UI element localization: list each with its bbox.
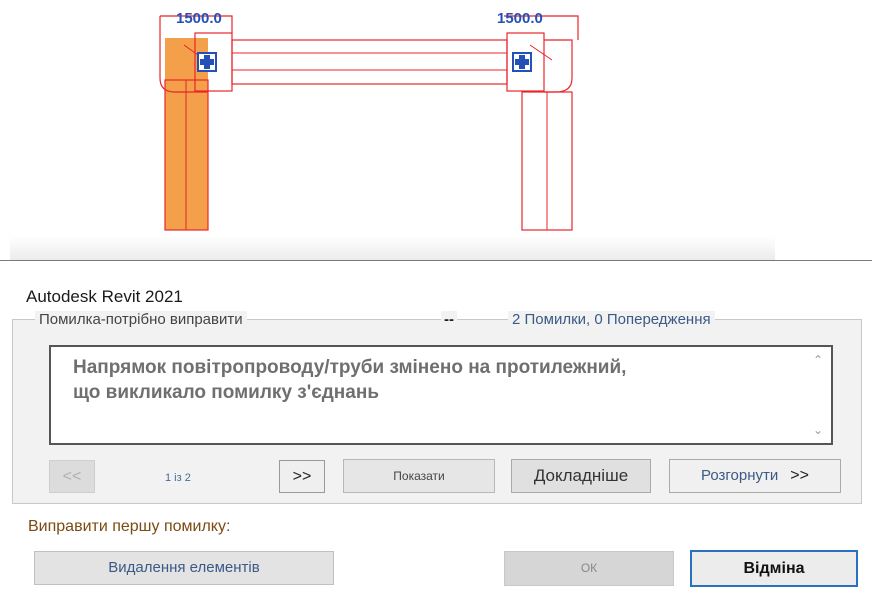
canvas-divider [0, 260, 872, 261]
drawing-canvas[interactable]: 1500.0 1500.0 [0, 0, 872, 262]
group-separator: -- [441, 311, 457, 328]
error-message-line: Напрямок повітропроводу/труби змінено на… [73, 357, 627, 378]
previous-error-button[interactable]: << [49, 460, 95, 493]
show-button[interactable]: Показати [343, 459, 495, 493]
chevron-up-icon[interactable]: ⌃ [813, 353, 823, 367]
duct-drawing: 1500.0 1500.0 [159, 10, 579, 231]
dimension-label-right[interactable]: 1500.0 [497, 10, 543, 27]
error-dialog: Autodesk Revit 2021 Помилка-потрібно вип… [0, 262, 872, 598]
cancel-button[interactable]: Відміна [690, 550, 858, 587]
right-elbow[interactable] [544, 39, 573, 93]
delete-elements-button[interactable]: Видалення елементів [34, 551, 334, 585]
expand-chevron-icon: >> [790, 467, 809, 484]
dimension-label-left[interactable]: 1500.0 [176, 10, 222, 27]
connector-icon[interactable] [197, 52, 217, 72]
error-message: Напрямок повітропроводу/труби змінено на… [73, 355, 793, 405]
error-message-line: що викликало помилку з'єднань [73, 382, 380, 403]
ok-button[interactable]: ОК [504, 551, 674, 586]
horizontal-duct[interactable] [231, 39, 508, 85]
connector-icon[interactable] [512, 52, 532, 72]
more-info-button[interactable]: Докладніше [511, 459, 651, 493]
message-box[interactable]: Напрямок повітропроводу/труби змінено на… [49, 345, 833, 445]
chevron-down-icon[interactable]: ⌄ [813, 423, 823, 437]
error-group: Помилка-потрібно виправити -- 2 Помилки,… [12, 311, 862, 504]
fix-first-error-label: Виправити першу помилку: [28, 518, 231, 535]
expand-button[interactable]: Розгорнути >> [669, 459, 841, 493]
next-error-button[interactable]: >> [279, 460, 325, 493]
group-label: Помилка-потрібно виправити [35, 311, 247, 328]
error-counter: 1 із 2 [165, 472, 191, 484]
canvas-bottom-edge [10, 236, 775, 260]
expand-label: Розгорнути [701, 467, 779, 484]
error-count: 2 Помилки, 0 Попередження [508, 311, 715, 328]
dialog-title: Autodesk Revit 2021 [26, 287, 183, 306]
